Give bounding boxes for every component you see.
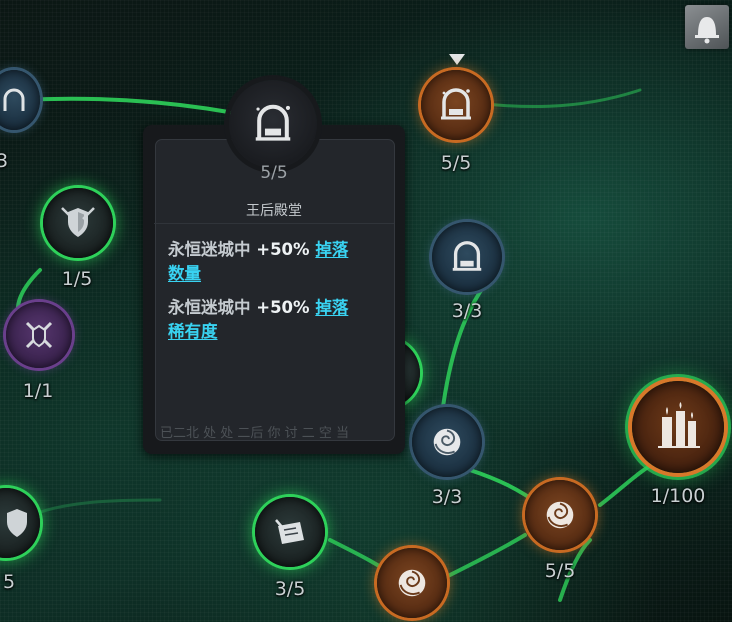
- drop-rarity-link-cont[interactable]: 稀有度: [168, 322, 218, 341]
- talent-node-scroll[interactable]: [255, 497, 325, 567]
- drop-quantity-link-cont[interactable]: 数量: [168, 264, 201, 283]
- archway-icon: [441, 88, 471, 120]
- candles-icon: [658, 402, 700, 448]
- tooltip-cut-text: 已二北 处 处 二后 你 讨 二 空 当: [160, 426, 350, 440]
- talent-node-rose-1[interactable]: [412, 407, 482, 477]
- effect-prefix: 永恒迷城中: [168, 298, 251, 317]
- talent-node-queen-hall[interactable]: [421, 70, 491, 140]
- node-count: 1/5: [61, 268, 93, 290]
- shield-icon: [7, 509, 27, 537]
- node-count: 3/3: [451, 300, 483, 322]
- scroll-quill-icon: [275, 519, 304, 544]
- node-count: 5: [2, 571, 16, 593]
- node-count: 1/100: [650, 485, 706, 507]
- tooltip-count: 5/5: [260, 163, 288, 183]
- drop-quantity-link[interactable]: 掉落: [315, 240, 348, 259]
- node-count: 1/1: [22, 380, 54, 402]
- talent-node-shield-swords[interactable]: [43, 188, 113, 258]
- drop-rarity-link[interactable]: 掉落: [315, 298, 348, 317]
- rose-icon: [433, 428, 461, 456]
- archway-icon: [3, 88, 25, 111]
- tooltip-divider: [154, 223, 394, 224]
- effect-value: +50%: [256, 240, 310, 259]
- tooltip-effect-2: 永恒迷城中 +50% 掉落 稀有度: [168, 296, 383, 344]
- crossed-swords-icon: [25, 321, 53, 349]
- talent-node-archway-2[interactable]: [432, 222, 502, 292]
- node-count: 5/5: [544, 560, 576, 582]
- archway-icon: [452, 241, 482, 271]
- bell-button[interactable]: [685, 5, 729, 49]
- rose-icon: [546, 501, 574, 529]
- rose-icon: [398, 569, 426, 597]
- selected-node-marker: [449, 54, 465, 65]
- talent-node-crossed-swords[interactable]: [6, 302, 72, 368]
- effect-prefix: 永恒迷城中: [168, 240, 251, 259]
- archway-icon: [255, 104, 291, 141]
- node-count: 5/5: [440, 152, 472, 174]
- node-count: 3/3: [431, 486, 463, 508]
- node-count: 3/5: [274, 578, 306, 600]
- tooltip-talent-icon: [229, 80, 317, 168]
- node-count: 3: [0, 150, 9, 172]
- talent-node-rose-2[interactable]: [525, 480, 595, 550]
- talent-node-rose-3[interactable]: [377, 548, 447, 618]
- bell-icon: [695, 17, 719, 44]
- tooltip-title: 王后殿堂: [246, 203, 302, 219]
- tooltip-effect-1: 永恒迷城中 +50% 掉落 数量: [168, 238, 383, 286]
- effect-value: +50%: [256, 298, 310, 317]
- talent-node-candles[interactable]: [632, 381, 724, 473]
- shield-swords-icon: [61, 207, 95, 237]
- tooltip-panel: [155, 139, 395, 441]
